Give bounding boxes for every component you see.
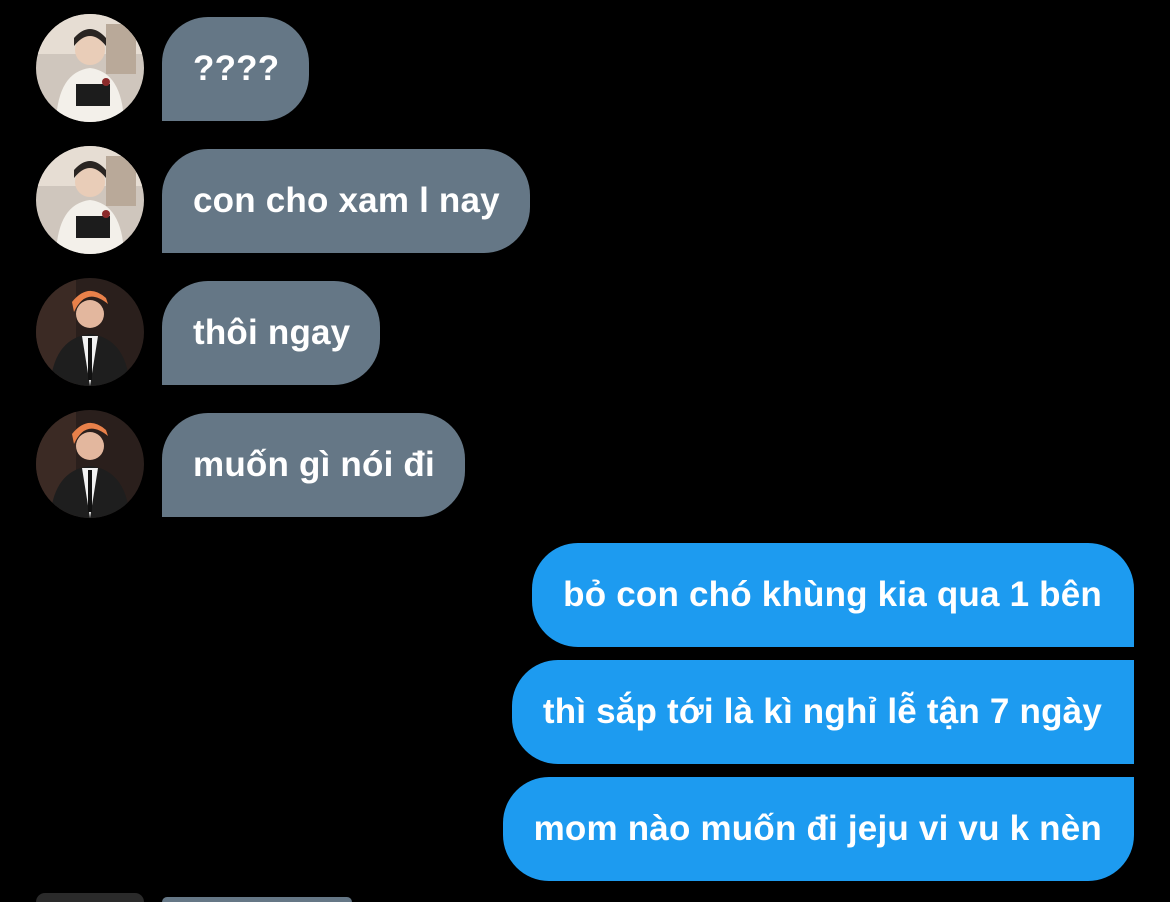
message-bubble[interactable]: muốn gì nói đi [162, 413, 465, 517]
user-a-avatar[interactable] [36, 146, 144, 254]
message-bubble[interactable]: con cho xam l nay [162, 149, 530, 253]
message-bubble[interactable]: bỏ con chó khùng kia qua 1 bên [532, 543, 1134, 647]
message-text: thì sắp tới là kì nghỉ lễ tận 7 ngày [542, 692, 1102, 731]
user-b-avatar[interactable] [36, 410, 144, 518]
message-text: muốn gì nói đi [193, 445, 435, 484]
message-bubble[interactable]: mom nào muốn đi jeju vi vu k nèn [502, 777, 1134, 881]
message-text: bỏ con chó khùng kia qua 1 bên [563, 575, 1102, 614]
message-text: mom nào muốn đi jeju vi vu k nèn [533, 809, 1102, 848]
user-a-avatar[interactable] [36, 14, 144, 122]
message-text: ???? [193, 49, 280, 88]
avatar [36, 893, 144, 902]
message-bubble[interactable]: ???? [162, 17, 310, 121]
message-bubble[interactable]: thôi ngay [162, 281, 381, 385]
message-text: con cho xam l nay [193, 181, 500, 220]
message-bubble[interactable]: thì sắp tới là kì nghỉ lễ tận 7 ngày [511, 660, 1134, 764]
message-bubble [162, 897, 352, 902]
message-text: thôi ngay [193, 313, 351, 352]
user-b-avatar[interactable] [36, 278, 144, 386]
